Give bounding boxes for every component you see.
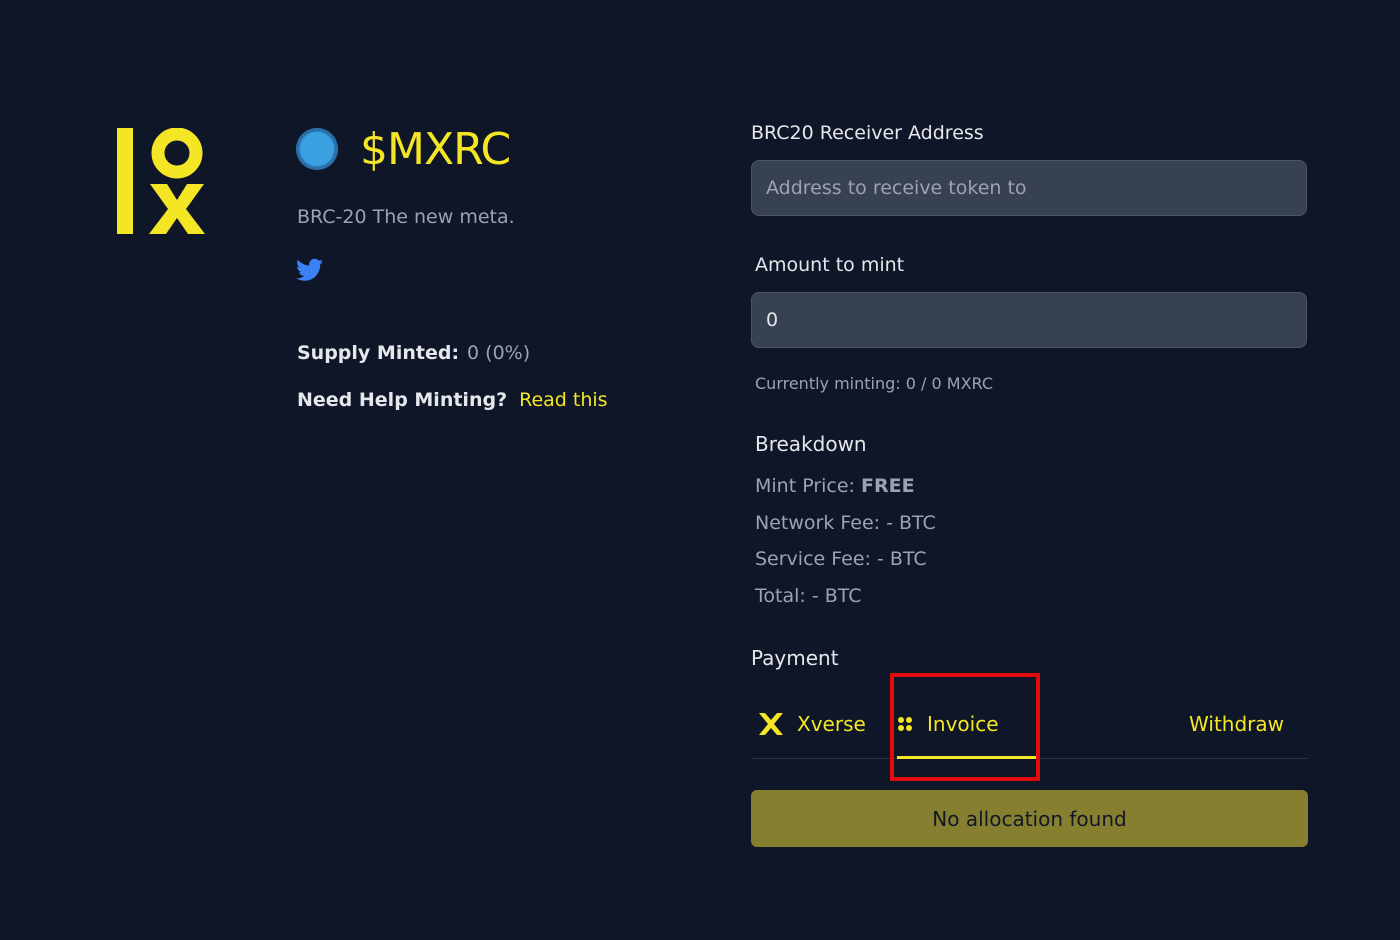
token-coin-icon: [296, 128, 338, 170]
read-this-link[interactable]: Read this: [519, 389, 607, 411]
help-label: Need Help Minting?: [297, 389, 508, 411]
amount-input[interactable]: [751, 292, 1307, 348]
tab-xverse[interactable]: Xverse: [759, 690, 866, 758]
tab-withdraw-label: Withdraw: [1189, 712, 1284, 736]
twitter-icon[interactable]: [296, 258, 323, 282]
supply-value: 0 (0%): [467, 342, 531, 364]
receiver-address-label: BRC20 Receiver Address: [751, 122, 984, 144]
xverse-icon: [759, 713, 783, 735]
tab-withdraw[interactable]: Withdraw: [1189, 690, 1284, 758]
mint-price-row: Mint Price: FREE: [755, 473, 915, 499]
token-description: BRC-20 The new meta.: [297, 206, 515, 228]
breakdown-title: Breakdown: [755, 432, 867, 456]
payment-title: Payment: [751, 646, 839, 670]
token-name: $MXRC: [360, 124, 511, 175]
tab-xverse-label: Xverse: [797, 712, 866, 736]
supply-minted: Supply Minted: 0 (0%): [297, 339, 530, 367]
highlight-box: [890, 673, 1040, 781]
mint-page: $MXRC BRC-20 The new meta. Supply Minted…: [0, 0, 1400, 940]
service-fee-row: Service Fee: - BTC: [755, 548, 927, 570]
total-row: Total: - BTC: [755, 585, 862, 607]
currently-minting-note: Currently minting: 0 / 0 MXRC: [755, 374, 994, 393]
amount-label: Amount to mint: [755, 254, 905, 276]
iox-logo: [117, 128, 205, 234]
receiver-address-input[interactable]: [751, 160, 1307, 216]
mint-price-value: FREE: [861, 475, 915, 497]
mint-price-label: Mint Price:: [755, 475, 855, 497]
supply-label: Supply Minted:: [297, 342, 460, 364]
network-fee-row: Network Fee: - BTC: [755, 512, 936, 534]
help-minting: Need Help Minting? Read this: [297, 386, 608, 414]
no-allocation-button[interactable]: No allocation found: [751, 790, 1308, 847]
